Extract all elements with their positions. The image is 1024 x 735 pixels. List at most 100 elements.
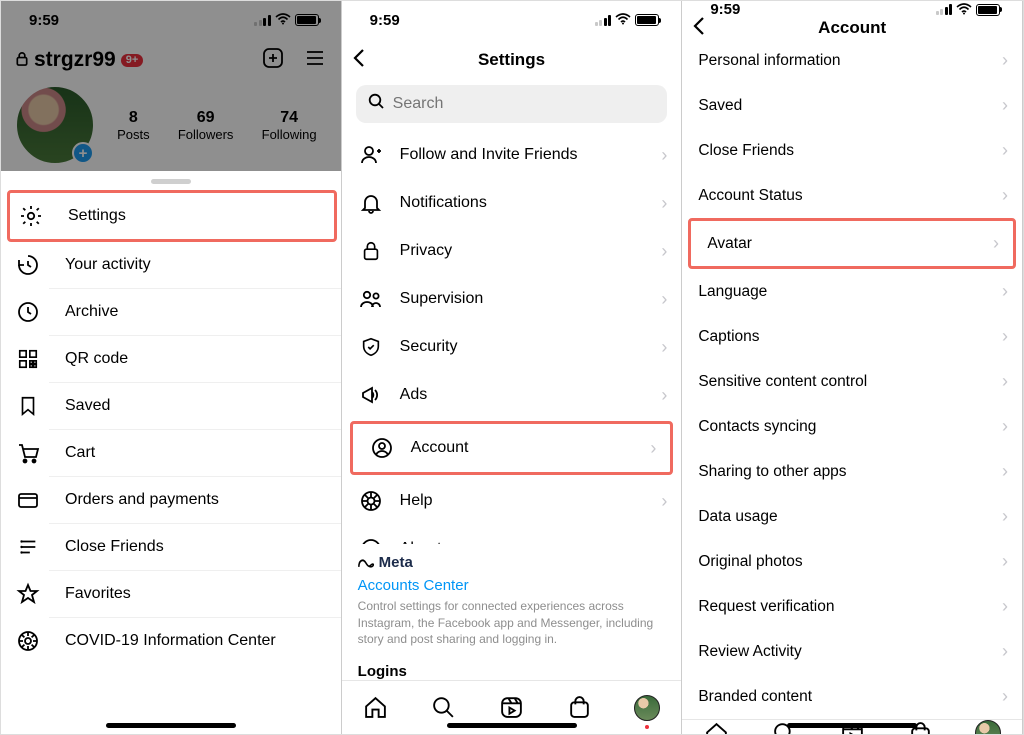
battery-icon — [295, 14, 319, 26]
settings-icon — [18, 203, 44, 229]
security-icon — [358, 334, 384, 360]
settings-item-follow-and-invite-friends[interactable]: Follow and Invite Friends› — [342, 131, 682, 179]
meta-logo: Meta — [358, 554, 666, 571]
settings-item-notifications[interactable]: Notifications› — [342, 179, 682, 227]
avatar[interactable]: + — [15, 85, 95, 165]
account-item-saved[interactable]: Saved› — [682, 83, 1022, 128]
sheet-item-cart[interactable]: Cart — [49, 430, 341, 477]
meta-description: Control settings for connected experienc… — [358, 598, 666, 647]
account-item-data-usage[interactable]: Data usage› — [682, 494, 1022, 539]
tab-reels[interactable] — [498, 695, 524, 721]
sheet-item-saved[interactable]: Saved — [49, 383, 341, 430]
pane-settings: 9:59 Settings Follow and Invite Friends›… — [342, 1, 683, 734]
settings-item-about[interactable]: About› — [342, 525, 682, 544]
stat-posts[interactable]: 8Posts — [117, 109, 150, 142]
account-item-original-photos[interactable]: Original photos› — [682, 539, 1022, 584]
privacy-icon — [358, 238, 384, 264]
account-item-label: Account Status — [698, 187, 802, 205]
notification-dot-icon — [645, 725, 649, 729]
covid-19-information-center-icon — [15, 628, 41, 654]
status-bar: 9:59 — [1, 1, 341, 39]
sheet-item-your-activity[interactable]: Your activity — [49, 242, 341, 289]
account-item-language[interactable]: Language› — [682, 269, 1022, 314]
battery-icon — [635, 14, 659, 26]
home-indicator[interactable] — [787, 723, 917, 728]
tab-search[interactable] — [431, 695, 457, 721]
sheet-item-settings[interactable]: Settings — [52, 193, 334, 239]
back-button[interactable] — [692, 16, 706, 41]
sheet-item-covid-19-information-center[interactable]: COVID-19 Information Center — [49, 618, 341, 664]
settings-item-help[interactable]: Help› — [342, 477, 682, 525]
chevron-right-icon: › — [661, 289, 667, 310]
status-time: 9:59 — [710, 1, 740, 18]
account-item-captions[interactable]: Captions› — [682, 314, 1022, 359]
tab-home[interactable] — [703, 720, 729, 734]
sheet-item-archive[interactable]: Archive — [49, 289, 341, 336]
lock-icon — [15, 51, 29, 70]
account-item-label: Review Activity — [698, 643, 801, 661]
tab-profile[interactable] — [634, 695, 660, 721]
chevron-right-icon: › — [1002, 326, 1008, 347]
stat-following[interactable]: 74Following — [262, 109, 317, 142]
home-indicator[interactable] — [447, 723, 577, 728]
sheet-item-orders-and-payments[interactable]: Orders and payments — [49, 477, 341, 524]
account-item-branded-content[interactable]: Branded content› — [682, 674, 1022, 719]
settings-item-supervision[interactable]: Supervision› — [342, 275, 682, 323]
profile-backdrop: 9:59 strgzr99 9+ — [1, 1, 341, 171]
account-icon — [369, 435, 395, 461]
sheet-item-favorites[interactable]: Favorites — [49, 571, 341, 618]
account-item-label: Personal information — [698, 52, 840, 70]
tab-profile[interactable] — [975, 720, 1001, 734]
settings-item-privacy[interactable]: Privacy› — [342, 227, 682, 275]
account-item-avatar[interactable]: Avatar› — [688, 218, 1016, 269]
sheet-item-close-friends[interactable]: Close Friends — [49, 524, 341, 571]
home-indicator[interactable] — [106, 723, 236, 728]
accounts-center-link[interactable]: Accounts Center — [358, 571, 666, 598]
cellular-icon — [595, 15, 612, 26]
search-field[interactable] — [393, 95, 656, 113]
settings-item-security[interactable]: Security› — [342, 323, 682, 371]
notification-badge: 9+ — [121, 54, 144, 67]
stat-followers[interactable]: 69Followers — [178, 109, 234, 142]
chevron-right-icon: › — [661, 385, 667, 406]
profile-header: strgzr99 9+ — [1, 39, 341, 77]
account-item-label: Sharing to other apps — [698, 463, 846, 481]
help-icon — [358, 488, 384, 514]
nav-header: Account — [682, 18, 1022, 38]
logins-heading: Logins — [342, 651, 682, 680]
sheet-item-label: QR code — [65, 350, 128, 368]
tab-shop[interactable] — [566, 695, 592, 721]
bottom-sheet: SettingsYour activity Archive QR code Saved… — [1, 171, 341, 734]
cellular-icon — [254, 15, 271, 26]
account-item-sensitive-content-control[interactable]: Sensitive content control› — [682, 359, 1022, 404]
create-icon[interactable] — [261, 46, 285, 75]
tab-home[interactable] — [363, 695, 389, 721]
chevron-right-icon: › — [661, 337, 667, 358]
account-item-label: Sensitive content control — [698, 373, 867, 391]
account-item-sharing-to-other-apps[interactable]: Sharing to other apps› — [682, 449, 1022, 494]
account-item-review-activity[interactable]: Review Activity› — [682, 629, 1022, 674]
qr-code-icon — [15, 346, 41, 372]
sheet-item-label: Orders and payments — [65, 491, 219, 509]
account-item-account-status[interactable]: Account Status› — [682, 173, 1022, 218]
account-item-request-verification[interactable]: Request verification› — [682, 584, 1022, 629]
add-story-icon[interactable]: + — [72, 142, 94, 164]
account-item-contacts-syncing[interactable]: Contacts syncing› — [682, 404, 1022, 449]
settings-item-label: About — [400, 540, 442, 544]
back-button[interactable] — [352, 48, 366, 73]
account-item-personal-information[interactable]: Personal information› — [682, 38, 1022, 83]
chevron-right-icon: › — [661, 491, 667, 512]
search-input[interactable] — [356, 85, 668, 123]
sheet-handle[interactable] — [151, 179, 191, 184]
sheet-item-qr-code[interactable]: QR code — [49, 336, 341, 383]
settings-item-label: Account — [411, 439, 469, 457]
username-row[interactable]: strgzr99 9+ — [15, 48, 143, 72]
chevron-right-icon: › — [1002, 95, 1008, 116]
close-friends-icon — [15, 534, 41, 560]
sheet-item-label: Archive — [65, 303, 118, 321]
nav-header: Settings — [342, 39, 682, 81]
account-item-close-friends[interactable]: Close Friends› — [682, 128, 1022, 173]
settings-item-account[interactable]: Account› — [350, 421, 674, 475]
settings-item-ads[interactable]: Ads› — [342, 371, 682, 419]
hamburger-icon[interactable] — [303, 46, 327, 75]
